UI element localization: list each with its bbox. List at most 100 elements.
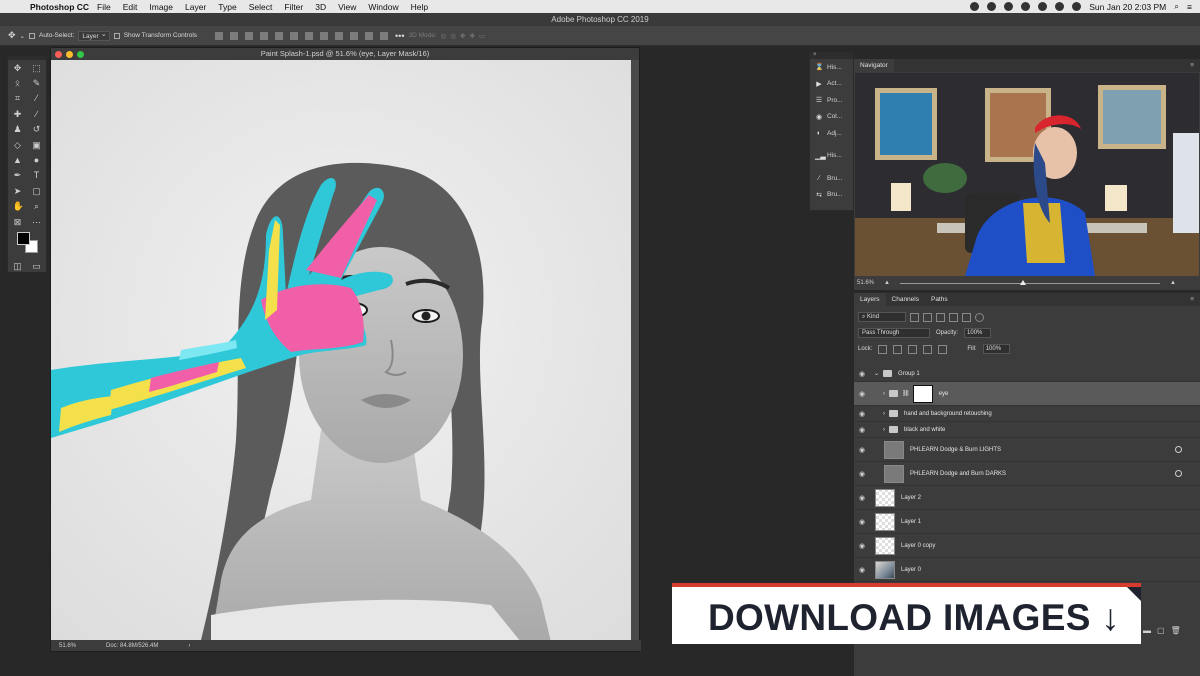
status-app-icon[interactable]: [987, 2, 997, 11]
foreground-color-swatch[interactable]: [17, 232, 30, 245]
wifi-icon[interactable]: [1072, 2, 1082, 11]
eraser-tool-icon[interactable]: ◇: [13, 140, 23, 150]
panel-menu-icon[interactable]: ≡: [1190, 296, 1194, 303]
panel-histogram[interactable]: ▁▃ His...: [810, 148, 853, 165]
pen-tool-icon[interactable]: ✒: [13, 170, 23, 180]
auto-select-checkbox[interactable]: [29, 32, 35, 39]
3d-slide-icon[interactable]: ✥: [469, 32, 474, 40]
menu-layer[interactable]: Layer: [185, 2, 206, 12]
quick-mask-icon[interactable]: ◫: [13, 261, 23, 271]
lock-position-icon[interactable]: [908, 344, 918, 354]
new-group-icon[interactable]: ▬: [1143, 626, 1151, 635]
layer-row-layer-2[interactable]: ◉ Layer 2: [854, 486, 1200, 510]
app-menu[interactable]: Photoshop CC: [30, 2, 89, 12]
panel-menu-icon[interactable]: ≡: [1190, 62, 1194, 69]
panel-brush-settings[interactable]: ⇆ Bru...: [810, 187, 853, 204]
menu-file[interactable]: File: [97, 2, 111, 12]
zoom-window-button[interactable]: [77, 51, 84, 58]
chevron-right-icon[interactable]: ›: [883, 391, 885, 397]
healing-brush-tool-icon[interactable]: ✚: [13, 109, 23, 119]
layer-thumbnail[interactable]: [875, 488, 895, 507]
layer-row-dodge-burn-darks[interactable]: ◉ PHLEARN Dodge and Burn DARKS: [854, 462, 1200, 486]
hand-tool-icon[interactable]: ✋: [13, 201, 24, 211]
lasso-tool-icon[interactable]: ᛟ: [13, 78, 23, 88]
layer-style-icon[interactable]: [1175, 446, 1182, 453]
visibility-eye-icon[interactable]: ◉: [859, 542, 868, 550]
quick-select-tool-icon[interactable]: ✎: [32, 78, 42, 88]
volume-icon[interactable]: [1055, 2, 1065, 11]
tab-channels[interactable]: Channels: [886, 293, 925, 306]
layer-row-layer-0[interactable]: ◉ Layer 0: [854, 558, 1200, 582]
visibility-eye-icon[interactable]: ◉: [859, 446, 868, 454]
layer-row-eye[interactable]: ◉ › ⛓ eye: [854, 382, 1200, 406]
distribute-bottom-icon[interactable]: [335, 31, 344, 40]
chevron-right-icon[interactable]: ›: [883, 427, 885, 433]
blur-tool-icon[interactable]: ▲: [13, 155, 23, 165]
search-icon[interactable]: ⌕: [1174, 1, 1179, 12]
vertical-scrollbar[interactable]: [631, 60, 639, 642]
panel-actions[interactable]: ▶ Act...: [810, 76, 853, 93]
move-tool-icon[interactable]: ✥: [13, 63, 23, 73]
new-layer-icon[interactable]: ▢: [1157, 626, 1165, 635]
more-tools-icon[interactable]: ⋯: [32, 217, 42, 227]
close-window-button[interactable]: [55, 51, 62, 58]
layer-filter-kind-dropdown[interactable]: ⌕ Kind: [858, 312, 906, 322]
marquee-tool-icon[interactable]: ⬚: [32, 63, 42, 73]
move-tool-icon[interactable]: ✥: [8, 30, 16, 41]
panel-color[interactable]: ◉ Col...: [810, 109, 853, 126]
doc-size[interactable]: Doc: 84.8M/526.4M: [106, 643, 158, 649]
cloud-icon[interactable]: [1021, 2, 1031, 11]
layer-row-black-and-white[interactable]: ◉ › black and white: [854, 422, 1200, 438]
layer-row-group-1[interactable]: ◉ ⌄ Group 1: [854, 366, 1200, 382]
align-bottom-icon[interactable]: [245, 31, 254, 40]
visibility-eye-icon[interactable]: ◉: [859, 410, 868, 418]
zoom-tool-icon[interactable]: ⌕: [32, 201, 42, 211]
zoom-out-icon[interactable]: ▲: [884, 280, 890, 286]
lock-all-icon[interactable]: [938, 344, 948, 354]
gradient-tool-icon[interactable]: ▣: [32, 140, 42, 150]
status-app-icon[interactable]: [970, 2, 980, 11]
more-options-icon[interactable]: •••: [395, 31, 404, 41]
filter-pixel-icon[interactable]: [910, 312, 919, 322]
dodge-tool-icon[interactable]: ●: [32, 155, 42, 165]
clone-stamp-tool-icon[interactable]: ♟: [13, 124, 23, 134]
fill-field[interactable]: 100%: [982, 344, 1011, 354]
navigator-zoom-value[interactable]: 51.6%: [857, 280, 874, 286]
filter-type-icon[interactable]: [936, 312, 945, 322]
layer-row-layer-1[interactable]: ◉ Layer 1: [854, 510, 1200, 534]
lock-artboard-icon[interactable]: [923, 344, 933, 354]
zoom-level[interactable]: 51.6%: [59, 643, 76, 649]
menu-help[interactable]: Help: [411, 2, 428, 12]
opacity-field[interactable]: 100%: [964, 328, 992, 338]
download-images-banner[interactable]: DOWNLOAD IMAGES ↓: [672, 583, 1141, 644]
document-titlebar[interactable]: Paint Splash-1.psd @ 51.6% (eye, Layer M…: [51, 48, 639, 60]
clock[interactable]: Sun Jan 20 2:03 PM: [1089, 2, 1166, 12]
layer-thumbnail[interactable]: [884, 464, 904, 483]
shape-tool-icon[interactable]: ▢: [32, 186, 42, 196]
history-brush-tool-icon[interactable]: ↺: [32, 124, 42, 134]
visibility-eye-icon[interactable]: ◉: [859, 518, 868, 526]
menu-image[interactable]: Image: [149, 2, 173, 12]
lock-image-icon[interactable]: [893, 344, 903, 354]
3d-orbit-icon[interactable]: ◎: [441, 32, 447, 40]
navigator-preview[interactable]: [855, 73, 1199, 276]
lock-transparent-icon[interactable]: [878, 344, 888, 354]
list-icon[interactable]: ≡: [1187, 2, 1192, 12]
layer-thumbnail[interactable]: [884, 440, 904, 459]
visibility-eye-icon[interactable]: ◉: [859, 494, 868, 502]
zoom-slider-knob[interactable]: [1019, 279, 1026, 285]
menu-type[interactable]: Type: [218, 2, 236, 12]
auto-select-dropdown[interactable]: Layer: [78, 30, 110, 41]
visibility-eye-icon[interactable]: ◉: [859, 470, 868, 478]
menu-window[interactable]: Window: [368, 2, 398, 12]
brush-tool-icon[interactable]: ∕: [32, 109, 42, 119]
visibility-eye-icon[interactable]: ◉: [859, 370, 868, 378]
tab-navigator[interactable]: Navigator: [854, 59, 894, 72]
panel-history[interactable]: ⌛ His...: [810, 59, 853, 76]
filter-toggle-icon[interactable]: [975, 312, 984, 322]
align-vcenter-icon[interactable]: [230, 31, 239, 40]
tab-paths[interactable]: Paths: [925, 293, 954, 306]
align-left-icon[interactable]: [260, 31, 269, 40]
type-tool-icon[interactable]: T: [32, 170, 42, 180]
layer-row-layer-0-copy[interactable]: ◉ Layer 0 copy: [854, 534, 1200, 558]
